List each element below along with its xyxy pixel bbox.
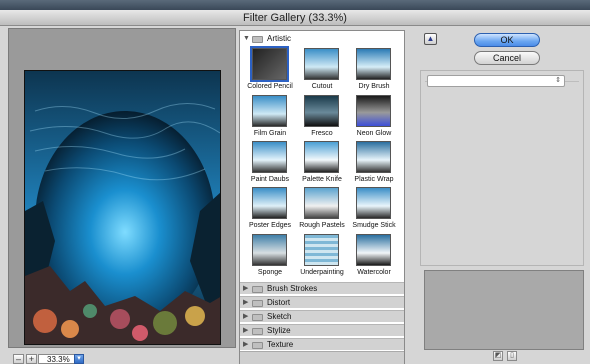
filter-poster-edges[interactable]: Poster Edges — [246, 187, 294, 232]
filter-label: Dry Brush — [358, 83, 390, 90]
window-titlebar: Filter Gallery (33.3%) — [0, 0, 590, 26]
filter-label: Rough Pastels — [299, 222, 345, 229]
disclosure-closed-icon: ▶ — [243, 285, 249, 292]
filter-thumbnail — [252, 187, 287, 219]
folder-icon — [252, 286, 263, 293]
filter-smudge-stick[interactable]: Smudge Stick — [350, 187, 398, 232]
category-sketch[interactable]: ▶ Sketch — [240, 310, 404, 322]
category-distort[interactable]: ▶ Distort — [240, 296, 404, 308]
filter-watercolor[interactable]: Watercolor — [350, 234, 398, 279]
filter-thumbnail — [356, 141, 391, 173]
filter-film-grain[interactable]: Film Grain — [246, 95, 294, 140]
filter-select-dropdown[interactable]: ⇕ — [427, 75, 565, 87]
preview-photo-underwater — [25, 71, 220, 344]
filter-plastic-wrap[interactable]: Plastic Wrap — [350, 141, 398, 186]
folder-icon — [252, 328, 263, 335]
category-label: Stylize — [267, 326, 291, 335]
cancel-button[interactable]: Cancel — [474, 51, 540, 65]
window-title: Filter Gallery (33.3%) — [243, 12, 347, 24]
filter-thumbnail — [252, 141, 287, 173]
filter-rough-pastels[interactable]: Rough Pastels — [298, 187, 346, 232]
filter-list-footer — [240, 351, 404, 364]
category-artistic[interactable]: ▼ Artistic — [240, 33, 404, 45]
preview-image — [24, 70, 221, 345]
delete-effect-layer-icon[interactable]: ▯ — [507, 351, 517, 361]
zoom-out-button[interactable]: – — [13, 354, 24, 364]
filter-cutout[interactable]: Cutout — [298, 48, 346, 93]
filter-thumbnail — [304, 95, 339, 127]
filter-colored-pencil[interactable]: Colored Pencil — [246, 46, 294, 93]
filter-label: Smudge Stick — [352, 222, 396, 229]
filter-label: Fresco — [311, 130, 333, 137]
folder-icon — [252, 314, 263, 321]
folder-icon — [252, 36, 263, 43]
filter-fresco[interactable]: Fresco — [298, 95, 346, 140]
filter-thumbnail — [250, 46, 289, 82]
filter-label: Neon Glow — [356, 130, 392, 137]
filter-label: Underpainting — [300, 269, 344, 276]
filter-neon-glow[interactable]: Neon Glow — [350, 95, 398, 140]
filter-thumbnail — [356, 48, 391, 80]
filter-settings-panel — [420, 70, 584, 266]
disclosure-closed-icon: ▶ — [243, 313, 249, 320]
filter-label: Poster Edges — [248, 222, 292, 229]
category-stylize[interactable]: ▶ Stylize — [240, 324, 404, 336]
category-texture[interactable]: ▶ Texture — [240, 338, 404, 350]
filter-list: ▼ Artistic Colored Pencil Cutout Dry Bru… — [239, 30, 405, 364]
filter-label: Cutout — [311, 83, 333, 90]
filter-label: Sponge — [257, 269, 283, 276]
category-label: Brush Strokes — [267, 284, 318, 293]
new-effect-layer-icon[interactable]: ◩ — [493, 351, 503, 361]
filter-sponge[interactable]: Sponge — [246, 234, 294, 279]
filter-thumbnail — [356, 95, 391, 127]
effect-layers-panel — [424, 270, 584, 350]
filter-thumbnail — [304, 234, 339, 266]
updown-arrows-icon: ⇕ — [555, 77, 561, 84]
titlebar-strip — [0, 0, 590, 10]
disclosure-closed-icon: ▶ — [243, 341, 249, 348]
category-brush-strokes[interactable]: ▶ Brush Strokes — [240, 282, 404, 294]
filter-label: Palette Knife — [302, 176, 342, 183]
filter-label: Plastic Wrap — [354, 176, 394, 183]
collapse-gallery-button[interactable]: ▲ — [424, 33, 437, 45]
ok-button[interactable]: OK — [474, 33, 540, 47]
disclosure-open-icon: ▼ — [243, 35, 250, 42]
filter-label: Watercolor — [357, 269, 391, 276]
filter-underpainting[interactable]: Underpainting — [298, 234, 346, 279]
filter-paint-daubs[interactable]: Paint Daubs — [246, 141, 294, 186]
zoom-in-button[interactable]: + — [26, 354, 37, 364]
category-label: Texture — [267, 340, 294, 349]
filter-label: Paint Daubs — [250, 176, 290, 183]
preview-pane[interactable] — [8, 28, 236, 348]
folder-icon — [252, 300, 263, 307]
filter-thumbnail — [356, 187, 391, 219]
category-label: Sketch — [267, 312, 292, 321]
filter-thumbnail — [252, 234, 287, 266]
category-label: Distort — [267, 298, 291, 307]
disclosure-closed-icon: ▶ — [243, 299, 249, 306]
filter-thumbnail — [304, 48, 339, 80]
category-label: Artistic — [267, 34, 291, 43]
filter-thumbnail — [304, 187, 339, 219]
filter-label: Colored Pencil — [247, 83, 293, 90]
filter-thumbnail — [252, 95, 287, 127]
zoom-dropdown-button[interactable]: ▾ — [74, 354, 84, 364]
filter-dry-brush[interactable]: Dry Brush — [350, 48, 398, 93]
folder-icon — [252, 342, 263, 349]
filter-thumbnail — [304, 141, 339, 173]
filter-thumbnail — [356, 234, 391, 266]
disclosure-closed-icon: ▶ — [243, 327, 249, 334]
filter-palette-knife[interactable]: Palette Knife — [298, 141, 346, 186]
filter-label: Film Grain — [253, 130, 287, 137]
